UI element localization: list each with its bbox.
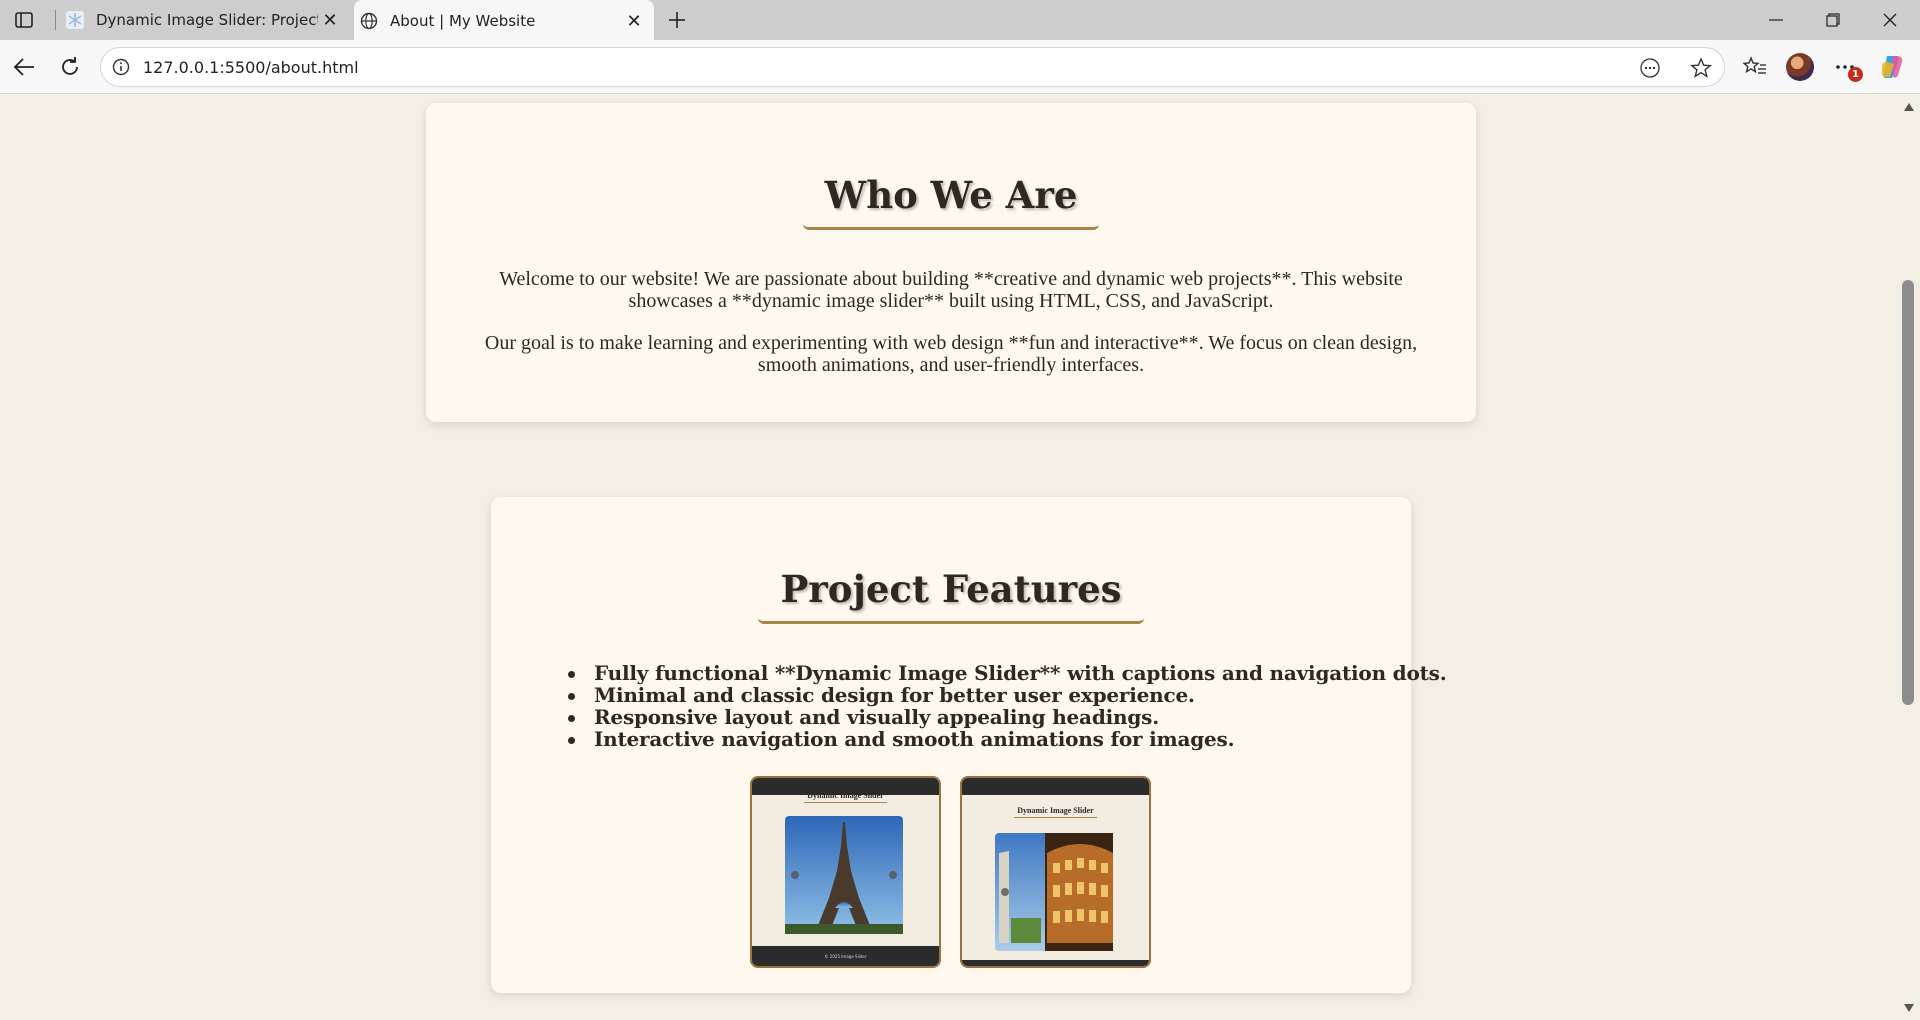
tab-actions-icon[interactable]	[12, 9, 36, 31]
project-features-heading: Project Features	[758, 567, 1144, 624]
restore-window-icon[interactable]	[1805, 0, 1861, 40]
copilot-icon[interactable]	[1878, 53, 1906, 81]
feature-item: Interactive navigation and smooth animat…	[566, 728, 1411, 750]
minimize-window-icon[interactable]	[1748, 0, 1804, 40]
tab-about[interactable]: About | My Website ✕	[354, 0, 654, 42]
screenshot-header-bar	[962, 778, 1149, 795]
scrollbar-thumb[interactable]	[1902, 280, 1914, 705]
feature-item: Minimal and classic design for better us…	[566, 684, 1411, 706]
screenshot-footer-bar	[962, 960, 1149, 966]
screenshot-title-underline	[804, 802, 887, 803]
new-tab-plus-icon[interactable]	[664, 7, 690, 33]
close-window-icon[interactable]	[1862, 0, 1918, 40]
favorites-list-icon[interactable]	[1740, 52, 1770, 82]
profile-avatar[interactable]	[1786, 53, 1814, 81]
close-tab-icon[interactable]: ✕	[318, 8, 342, 32]
snowflake-favicon-icon	[66, 11, 84, 29]
slider-screenshot-eiffel: Dynamic Image Slider © 2025 Image Slider	[750, 776, 941, 968]
tab-strip: Dynamic Image Slider: Project Ph ✕ About…	[0, 0, 1920, 42]
scroll-up-arrow-icon[interactable]	[1903, 101, 1915, 113]
more-page-actions-icon[interactable]	[1638, 56, 1662, 80]
url-text[interactable]: 127.0.0.1:5500/about.html	[143, 58, 359, 77]
colosseum-image	[995, 833, 1113, 951]
close-tab-icon[interactable]: ✕	[622, 9, 646, 33]
tab-dynamic-image-slider[interactable]: Dynamic Image Slider: Project Ph ✕	[60, 0, 350, 40]
project-features-card: Project Features Fully functional **Dyna…	[491, 497, 1447, 993]
browser-toolbar: 127.0.0.1:5500/about.html	[0, 40, 1920, 94]
refresh-icon[interactable]	[55, 52, 85, 82]
favorite-star-icon[interactable]	[1689, 56, 1713, 80]
slider-screenshot-colosseum: Dynamic Image Slider	[960, 776, 1151, 968]
back-arrow-icon[interactable]	[9, 52, 39, 82]
page-scrollbar[interactable]	[1898, 95, 1920, 1020]
tab-title: About | My Website	[390, 12, 536, 30]
features-list: Fully functional **Dynamic Image Slider*…	[566, 662, 1447, 750]
screenshot-title-underline	[1014, 817, 1097, 818]
screenshot-title: Dynamic Image Slider	[1017, 806, 1094, 815]
about-paragraph: Welcome to our website! We are passionat…	[499, 268, 1403, 312]
feature-item: Fully functional **Dynamic Image Slider*…	[566, 662, 1447, 684]
page-viewport: Who We Are Welcome to our website! We ar…	[0, 95, 1898, 1020]
screenshot-title: Dynamic Image Slider	[807, 791, 884, 800]
tab-title: Dynamic Image Slider: Project Ph	[96, 11, 318, 29]
feature-item: Responsive layout and visually appealing…	[566, 706, 1411, 728]
tab-separator	[55, 10, 56, 30]
who-we-are-heading: Who We Are	[802, 173, 1100, 230]
address-bar[interactable]: 127.0.0.1:5500/about.html	[100, 47, 1725, 87]
scroll-down-arrow-icon[interactable]	[1903, 1002, 1915, 1014]
who-we-are-card: Who We Are Welcome to our website! We ar…	[426, 103, 1476, 422]
globe-icon	[360, 12, 378, 30]
notification-badge: 1	[1848, 67, 1863, 82]
eiffel-tower-image	[785, 816, 903, 934]
screenshot-footer-text: © 2025 Image Slider	[824, 954, 867, 959]
about-paragraph: Our goal is to make learning and experim…	[484, 332, 1418, 376]
site-info-icon[interactable]	[111, 57, 131, 77]
